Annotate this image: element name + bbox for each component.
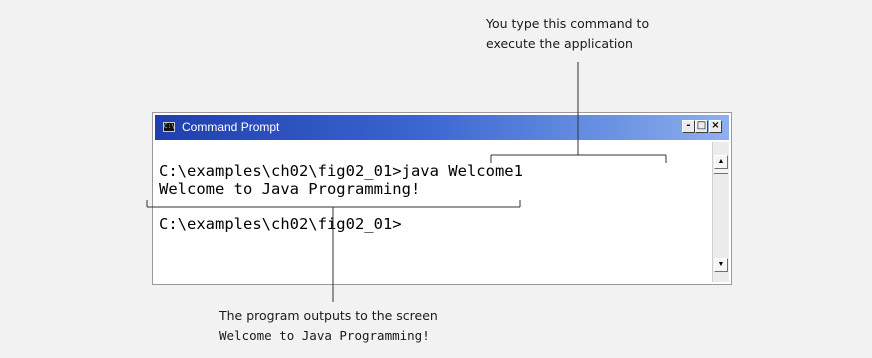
window-titlebar[interactable]: C:\ Command Prompt - □ × — [155, 115, 729, 140]
output-callout-code: Welcome to Java Programming! — [219, 328, 430, 343]
console-line-output: Welcome to Java Programming! — [159, 180, 421, 198]
scroll-up-arrow-icon[interactable]: ▲ — [714, 155, 728, 169]
command-prompt-icon: C:\ — [163, 122, 175, 132]
output-callout: The program outputs to the screen Welcom… — [219, 306, 619, 346]
command-callout: You type this command to execute the app… — [486, 14, 746, 54]
console-output[interactable]: C:\examples\ch02\fig02_01>java Welcome1 … — [155, 142, 711, 282]
command-prompt-window: C:\ Command Prompt - □ × C:\examples\ch0… — [152, 112, 732, 285]
minimize-button[interactable]: - — [682, 120, 695, 133]
output-callout-line1: The program outputs to the screen — [219, 308, 438, 323]
window-title: Command Prompt — [182, 120, 280, 134]
maximize-button[interactable]: □ — [695, 120, 708, 133]
command-callout-line2: execute the application — [486, 36, 633, 51]
scroll-down-arrow-icon[interactable]: ▼ — [714, 258, 728, 272]
scroll-thumb[interactable] — [714, 169, 728, 174]
close-button[interactable]: × — [709, 120, 722, 133]
console-line-prompt: C:\examples\ch02\fig02_01> — [159, 215, 402, 233]
command-callout-line1: You type this command to — [486, 16, 650, 31]
vertical-scrollbar[interactable]: ▲ ▼ — [712, 142, 729, 282]
console-line-command: C:\examples\ch02\fig02_01>java Welcome1 — [159, 162, 523, 180]
